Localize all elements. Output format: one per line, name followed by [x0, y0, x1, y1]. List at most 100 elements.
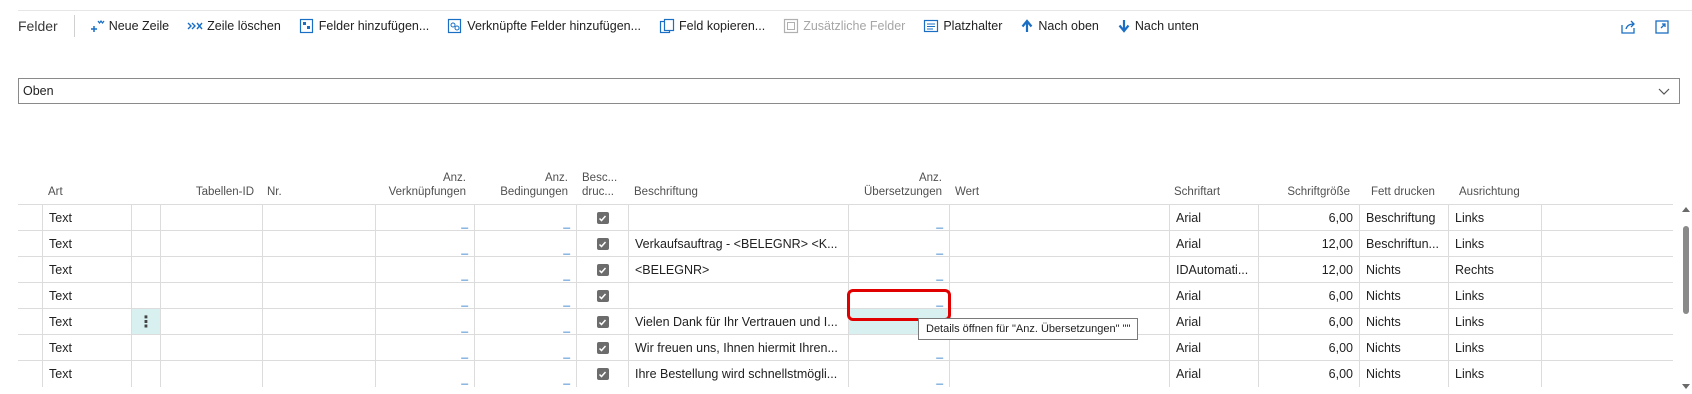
cell-row-menu[interactable]: ⋮: [131, 309, 160, 335]
cell-nr[interactable]: [262, 283, 375, 309]
cell-beschriftung-drucken[interactable]: [576, 231, 628, 257]
cell-beschriftung[interactable]: Vielen Dank für Ihr Vertrauen und I...: [628, 309, 848, 335]
cell-anz-bedingungen[interactable]: _: [474, 361, 576, 387]
cell-schriftgroesse[interactable]: 6,00: [1258, 335, 1359, 361]
cell-anz-verknuepfungen-value[interactable]: _: [461, 319, 468, 333]
cell-anz-bedingungen[interactable]: _: [474, 335, 576, 361]
cell-ausrichtung[interactable]: Links: [1448, 231, 1541, 257]
placeholder-button[interactable]: Platzhalter: [923, 19, 1002, 33]
cell-row-menu[interactable]: [131, 361, 160, 387]
cell-spacer[interactable]: [1541, 283, 1673, 309]
cell-schriftgroesse[interactable]: 12,00: [1258, 231, 1359, 257]
cell-fett-drucken[interactable]: Nichts: [1359, 283, 1448, 309]
cell-wert[interactable]: [949, 257, 1169, 283]
cell-anz-bedingungen[interactable]: _: [474, 257, 576, 283]
cell-schriftgroesse[interactable]: 12,00: [1258, 257, 1359, 283]
cell-art[interactable]: Text: [42, 257, 131, 283]
cell-schriftart[interactable]: IDAutomati...: [1169, 257, 1258, 283]
checkbox-checked-icon[interactable]: [596, 264, 609, 276]
cell-anz-uebersetzungen[interactable]: _: [848, 231, 949, 257]
cell-row-menu[interactable]: [131, 231, 160, 257]
cell-anz-verknuepfungen-value[interactable]: _: [461, 241, 468, 255]
cell-anz-bedingungen[interactable]: _: [474, 205, 576, 231]
cell-tabellen-id[interactable]: [160, 361, 262, 387]
col-header-anz-bedingungen[interactable]: Anz. Bedingungen: [474, 160, 576, 204]
cell-anz-verknuepfungen[interactable]: _: [375, 309, 474, 335]
cell-tabellen-id[interactable]: [160, 257, 262, 283]
cell-spacer[interactable]: [1541, 257, 1673, 283]
cell-row-menu[interactable]: [131, 335, 160, 361]
cell-beschriftung[interactable]: [628, 205, 848, 231]
cell-anz-uebersetzungen-value[interactable]: _: [936, 267, 943, 281]
col-header-art[interactable]: Art: [42, 160, 122, 204]
scroll-up-icon[interactable]: [1682, 206, 1690, 214]
cell-nr[interactable]: [262, 361, 375, 387]
cell-anz-uebersetzungen-value[interactable]: _: [936, 215, 943, 229]
col-header-beschriftung[interactable]: Beschriftung: [628, 160, 848, 204]
cell-nr[interactable]: [262, 309, 375, 335]
cell-beschriftung-drucken[interactable]: [576, 257, 628, 283]
col-header-beschriftung-drucken[interactable]: Besc... druc...: [576, 160, 628, 204]
cell-nr[interactable]: [262, 335, 375, 361]
col-header-wert[interactable]: Wert: [949, 160, 1169, 204]
checkbox-checked-icon[interactable]: [596, 212, 609, 224]
cell-spacer[interactable]: [1541, 309, 1673, 335]
cell-schriftgroesse[interactable]: 6,00: [1258, 309, 1359, 335]
cell-fett-drucken[interactable]: Beschriftung: [1359, 205, 1448, 231]
cell-anz-uebersetzungen-value[interactable]: _: [936, 371, 943, 385]
table-row[interactable]: Text _ _ Ihre Bestellung wird schnellstmögl…: [18, 360, 1673, 387]
table-row[interactable]: Text _ _ _ Arial 6,00 Beschriftung Links: [18, 204, 1673, 231]
cell-anz-bedingungen-value[interactable]: _: [563, 345, 570, 359]
cell-anz-verknuepfungen[interactable]: _: [375, 335, 474, 361]
cell-anz-verknuepfungen[interactable]: _: [375, 361, 474, 387]
move-up-button[interactable]: Nach oben: [1020, 19, 1099, 33]
cell-anz-bedingungen-value[interactable]: _: [563, 241, 570, 255]
cell-beschriftung[interactable]: Wir freuen uns, Ihnen hiermit Ihren...: [628, 335, 848, 361]
cell-row-menu[interactable]: [131, 283, 160, 309]
cell-beschriftung[interactable]: [628, 283, 848, 309]
cell-anz-verknuepfungen-value[interactable]: _: [461, 267, 468, 281]
cell-ausrichtung[interactable]: Links: [1448, 283, 1541, 309]
scroll-down-icon[interactable]: [1682, 382, 1690, 390]
checkbox-checked-icon[interactable]: [596, 290, 609, 302]
move-down-button[interactable]: Nach unten: [1117, 19, 1199, 33]
cell-beschriftung-drucken[interactable]: [576, 309, 628, 335]
cell-anz-uebersetzungen-value[interactable]: _: [936, 345, 943, 359]
cell-tabellen-id[interactable]: [160, 231, 262, 257]
table-row[interactable]: Text _ _ Verkaufsauftrag - <BELEGNR> <K... _…: [18, 230, 1673, 257]
cell-beschriftung-drucken[interactable]: [576, 335, 628, 361]
cell-fett-drucken[interactable]: Nichts: [1359, 309, 1448, 335]
cell-beschriftung[interactable]: <BELEGNR>: [628, 257, 848, 283]
row-actions-icon[interactable]: ⋮: [138, 312, 154, 332]
cell-ausrichtung[interactable]: Rechts: [1448, 257, 1541, 283]
cell-nr[interactable]: [262, 257, 375, 283]
cell-beschriftung-drucken[interactable]: [576, 205, 628, 231]
add-fields-button[interactable]: Felder hinzufügen...: [299, 18, 429, 34]
table-row[interactable]: Text _ _ Wir freuen uns, Ihnen hiermit Ihre…: [18, 334, 1673, 361]
cell-art[interactable]: Text: [42, 283, 131, 309]
cell-row-menu[interactable]: [131, 257, 160, 283]
cell-schriftart[interactable]: Arial: [1169, 283, 1258, 309]
cell-anz-bedingungen-value[interactable]: _: [563, 293, 570, 307]
scrollbar-thumb[interactable]: [1683, 226, 1689, 314]
cell-schriftart[interactable]: Arial: [1169, 231, 1258, 257]
cell-anz-bedingungen[interactable]: _: [474, 309, 576, 335]
cell-anz-verknuepfungen[interactable]: _: [375, 257, 474, 283]
cell-wert[interactable]: [949, 231, 1169, 257]
add-linked-fields-button[interactable]: Verknüpfte Felder hinzufügen...: [447, 18, 641, 34]
checkbox-checked-icon[interactable]: [596, 238, 609, 250]
cell-anz-verknuepfungen[interactable]: _: [375, 283, 474, 309]
cell-ausrichtung[interactable]: Links: [1448, 205, 1541, 231]
cell-fett-drucken[interactable]: Nichts: [1359, 361, 1448, 387]
table-row[interactable]: Text ⋮ _ _ Vielen Dank für Ihr Vertrauen und…: [18, 308, 1673, 335]
checkbox-checked-icon[interactable]: [596, 368, 609, 380]
cell-spacer[interactable]: [1541, 231, 1673, 257]
cell-nr[interactable]: [262, 205, 375, 231]
cell-fett-drucken[interactable]: Nichts: [1359, 335, 1448, 361]
cell-wert[interactable]: [949, 361, 1169, 387]
cell-beschriftung[interactable]: Ihre Bestellung wird schnellstmögli...: [628, 361, 848, 387]
cell-beschriftung[interactable]: Verkaufsauftrag - <BELEGNR> <K...: [628, 231, 848, 257]
cell-schriftgroesse[interactable]: 6,00: [1258, 361, 1359, 387]
cell-schriftart[interactable]: Arial: [1169, 335, 1258, 361]
cell-ausrichtung[interactable]: Links: [1448, 361, 1541, 387]
